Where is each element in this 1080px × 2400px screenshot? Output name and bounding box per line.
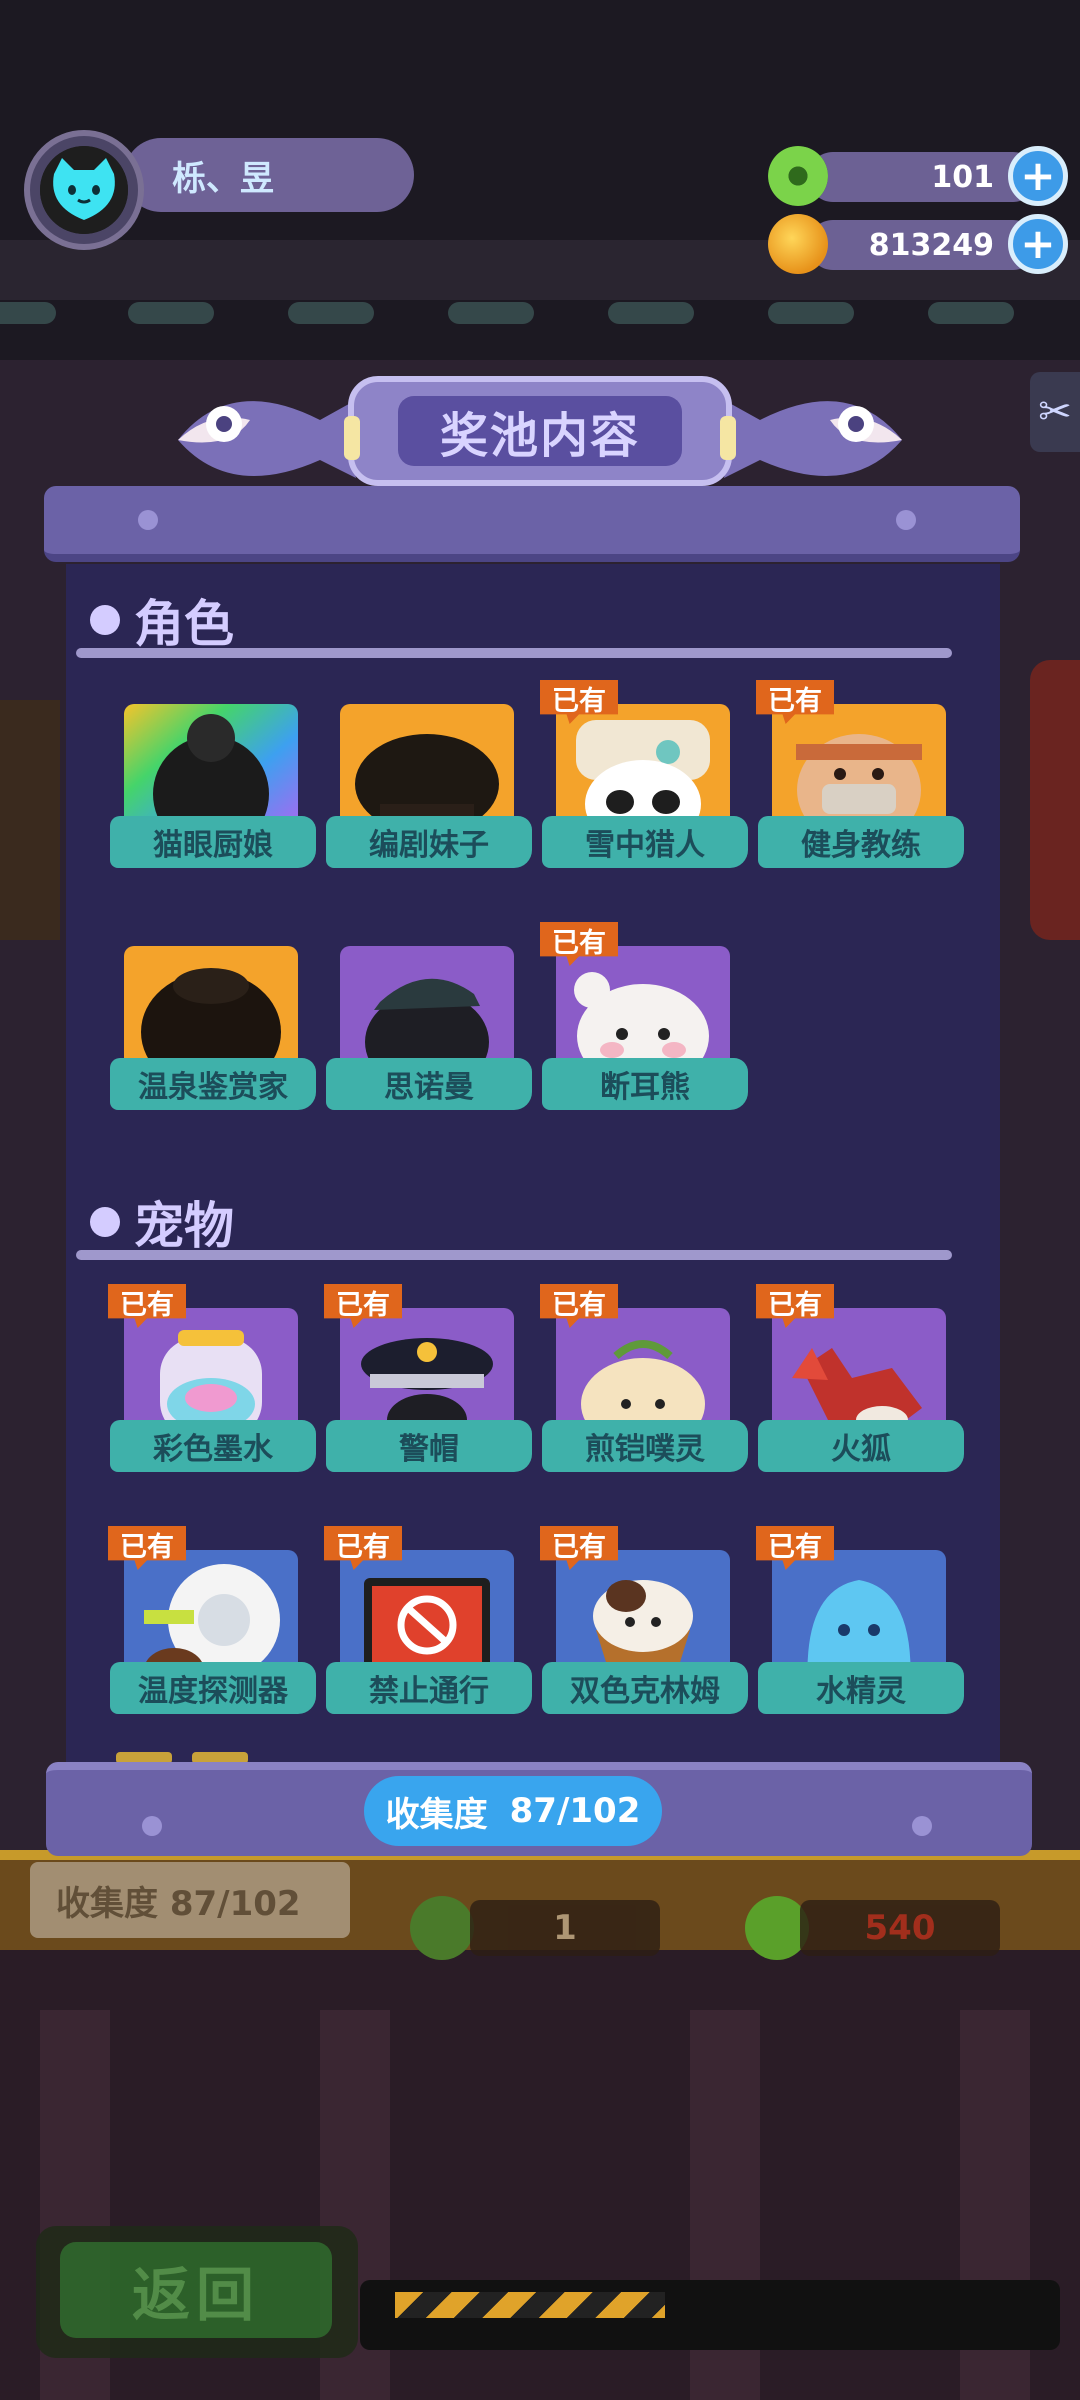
character-card[interactable]: 编剧妹子	[326, 688, 542, 888]
pet-card[interactable]: 温度探测器 已有	[108, 1526, 326, 1734]
gold-planet-coin-icon	[768, 214, 828, 274]
pet-card[interactable]: 水精灵 已有	[756, 1526, 974, 1734]
modal-title: 奖池内容	[398, 396, 682, 466]
collection-value: 87/102	[509, 1791, 641, 1831]
player-name: 栎、昱	[124, 138, 414, 212]
item-name: 思诺曼	[326, 1058, 532, 1110]
item-name: 雪中猎人	[542, 816, 748, 868]
fish-icon	[178, 400, 356, 478]
add-gold-coin-button[interactable]: +	[1008, 214, 1068, 274]
bullet-dot-icon	[90, 605, 120, 635]
collection-label: 收集度	[385, 1794, 488, 1835]
bolt	[142, 1816, 162, 1836]
modal-title-banner: 奖池内容	[170, 370, 910, 490]
green-donut-icon	[768, 146, 828, 206]
item-name: 断耳熊	[542, 1058, 748, 1110]
background-price-1: 1	[470, 1900, 660, 1956]
section-divider	[76, 648, 952, 658]
item-name: 警帽	[326, 1420, 532, 1472]
pet-card[interactable]: 双色克林姆 已有	[540, 1526, 758, 1734]
gold-coin-amount: 813249	[808, 220, 1038, 270]
back-button[interactable]: 返回	[36, 2226, 358, 2358]
character-card[interactable]: 猫眼厨娘	[110, 688, 326, 888]
character-card[interactable]: 断耳熊 已有	[540, 922, 758, 1130]
background-lights	[0, 292, 1080, 332]
item-name: 火狐	[758, 1420, 964, 1472]
modal-title-plate: 奖池内容	[344, 376, 736, 486]
bolt	[912, 1816, 932, 1836]
background-green-coin-icon	[410, 1896, 474, 1960]
currency-gold-coin: 813249 +	[768, 214, 1068, 274]
character-card[interactable]: 思诺曼	[326, 930, 542, 1130]
title-cap-right	[720, 416, 736, 460]
back-button-label: 返回	[60, 2242, 332, 2338]
item-name: 编剧妹子	[326, 816, 532, 868]
section-title-text: 宠物	[134, 1197, 234, 1255]
item-name: 煎铠噗灵	[542, 1420, 748, 1472]
section-title-pets: 宠物	[90, 1186, 234, 1258]
background-hazard-stripe	[395, 2292, 665, 2318]
item-name: 健身教练	[758, 816, 964, 868]
background-price-2: 540	[800, 1900, 1000, 1956]
character-card[interactable]: 温泉鉴赏家	[110, 930, 326, 1130]
bolt	[896, 510, 916, 530]
pet-card[interactable]: 煎铠噗灵 已有	[540, 1284, 758, 1492]
item-name: 彩色墨水	[110, 1420, 316, 1472]
item-name: 禁止通行	[326, 1662, 532, 1714]
pet-card[interactable]: 彩色墨水 已有	[108, 1284, 326, 1492]
background-left-decoration	[0, 700, 60, 940]
item-name: 水精灵	[758, 1662, 964, 1714]
item-name: 猫眼厨娘	[110, 816, 316, 868]
pet-card[interactable]: 警帽 已有	[324, 1284, 542, 1492]
character-card[interactable]: 雪中猎人 已有	[540, 680, 758, 888]
collection-progress: 收集度 87/102	[364, 1776, 662, 1846]
avatar[interactable]	[40, 146, 128, 234]
section-title-text: 角色	[134, 595, 234, 653]
background-collection-label: 收集度 87/102	[30, 1862, 350, 1938]
cat-face-icon	[40, 146, 128, 234]
section-divider	[76, 1250, 952, 1260]
title-cap-left	[344, 416, 360, 460]
scissor-icon[interactable]: ✂	[1030, 372, 1080, 452]
pet-card[interactable]: 禁止通行 已有	[324, 1526, 542, 1734]
modal-top-rail	[44, 486, 1020, 562]
pet-card[interactable]: 火狐 已有	[756, 1284, 974, 1492]
item-name: 双色克林姆	[542, 1662, 748, 1714]
player-profile[interactable]: 栎、昱	[24, 130, 414, 250]
green-donut-amount: 101	[808, 152, 1038, 202]
section-title-characters: 角色	[90, 584, 234, 656]
add-green-donut-button[interactable]: +	[1008, 146, 1068, 206]
bullet-dot-icon	[90, 1207, 120, 1237]
currency-green-donut: 101 +	[768, 146, 1068, 206]
background-right-decoration	[1030, 660, 1080, 940]
item-name: 温泉鉴赏家	[110, 1058, 316, 1110]
bolt	[138, 510, 158, 530]
character-card[interactable]: 健身教练 已有	[756, 680, 974, 888]
item-name: 温度探测器	[110, 1662, 316, 1714]
prize-pool-panel[interactable]: 角色 猫眼厨娘 编剧妹子 雪中猎人 已有 健身教练 已有 温泉鉴赏家 思诺曼 断…	[66, 564, 1000, 1764]
fish-icon	[724, 400, 902, 478]
